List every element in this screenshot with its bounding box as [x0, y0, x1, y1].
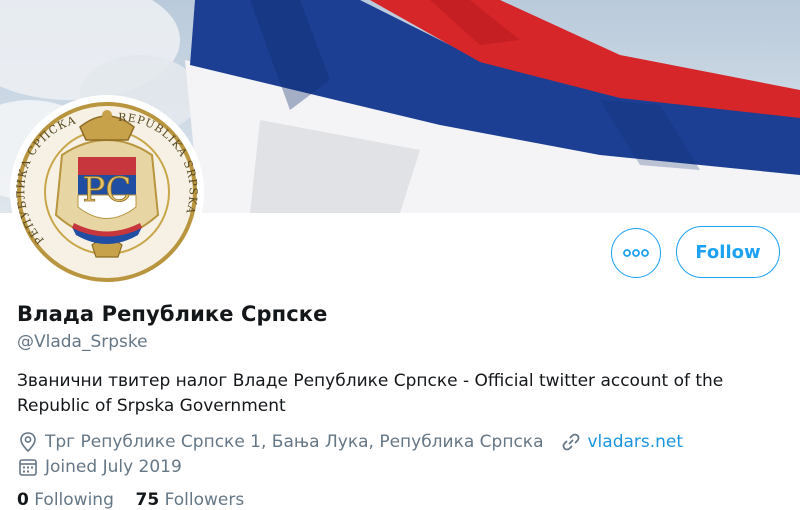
more-options-button[interactable] — [611, 228, 661, 278]
coat-of-arms-emblem: РС РЕПУБЛИКА СРПСКА REPUBLIKA SRPSKA — [14, 102, 199, 282]
emblem-monogram: РС — [83, 170, 132, 210]
followers-count-label: Followers — [164, 490, 245, 510]
followers-count[interactable]: 75 Followers — [136, 490, 245, 510]
profile-location: Трг Републике Српске 1, Бања Лука, Репуб… — [45, 432, 544, 452]
profile-meta-location-row: Трг Републике Српске 1, Бања Лука, Репуб… — [17, 431, 683, 453]
followers-count-value: 75 — [135, 490, 160, 510]
profile-joined-date: Joined July 2019 — [45, 457, 182, 477]
location-pin-icon — [17, 431, 39, 453]
following-count[interactable]: 0 Following — [17, 490, 114, 510]
more-dots-icon — [623, 249, 649, 257]
link-icon — [560, 431, 582, 453]
profile-display-name: Влада Републике Српске — [17, 302, 328, 326]
profile-website-link[interactable]: vladars.net — [588, 432, 684, 452]
following-count-label: Following — [34, 490, 114, 510]
profile-handle: @Vlada_Srpske — [17, 332, 148, 352]
profile-counts: 0 Following 75 Followers — [17, 490, 244, 510]
calendar-icon — [17, 456, 39, 478]
avatar[interactable]: РС РЕПУБЛИКА СРПСКА REPUBLIKA SRPSKA — [10, 95, 204, 289]
following-count-value: 0 — [17, 490, 29, 510]
follow-button[interactable]: Follow — [676, 226, 780, 278]
profile-meta-joined-row: Joined July 2019 — [17, 456, 182, 478]
profile-bio: Званични твитер налог Владе Републике Ср… — [17, 371, 724, 416]
